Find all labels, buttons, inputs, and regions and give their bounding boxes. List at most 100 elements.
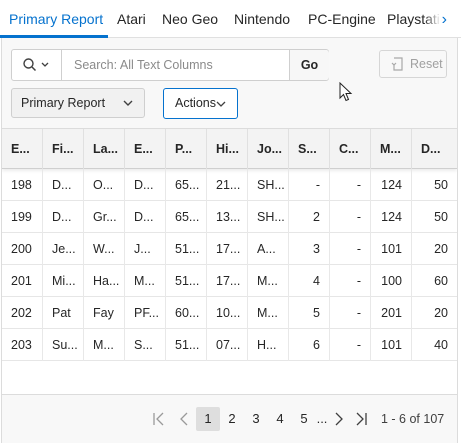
tab-atari[interactable]: Atari (117, 0, 146, 38)
search-icon (23, 58, 49, 72)
search-input[interactable]: Search: All Text Columns (62, 50, 289, 80)
tab-scroll-next-button[interactable]: › (424, 0, 461, 37)
table-cell: D... (43, 169, 84, 201)
column-header[interactable]: Jo... (248, 129, 289, 169)
report-region: Search: All Text Columns Go Reset Primar… (1, 38, 458, 443)
table-cell: 17... (207, 265, 248, 297)
tab-pc-engine[interactable]: PC-Engine (308, 0, 376, 38)
column-header[interactable]: Hi... (207, 129, 248, 169)
table-cell: 124 (371, 201, 412, 233)
table-cell: M... (125, 265, 166, 297)
column-header[interactable]: La... (84, 129, 125, 169)
table-cell: 50 (434, 178, 448, 192)
table-cell: 65... (166, 201, 207, 233)
report-tab-bar: Primary Report Atari Neo Geo Nintendo PC… (0, 0, 461, 38)
table-cell: M... (84, 329, 125, 361)
last-page-icon[interactable] (354, 407, 368, 431)
table-cell: M... (248, 297, 289, 329)
table-cell: 6 (289, 329, 330, 361)
table-cell: 60 (434, 274, 448, 288)
table-cell: S... (125, 329, 166, 361)
table-cell: - (330, 169, 371, 201)
tab-neo-geo[interactable]: Neo Geo (162, 0, 218, 38)
table-cell: 51... (166, 233, 207, 265)
table-cell: SH... (248, 201, 289, 233)
table-cell: 101 (371, 233, 412, 265)
table-cell: 17... (207, 233, 248, 265)
table-cell: M... (248, 265, 289, 297)
table-row: 198 D... O... D... 65... 21... SH... - -124 50 (2, 169, 457, 201)
pagination-bar: 1 2 3 4 5 ... 1 - 6 of 107 (2, 394, 457, 443)
go-button[interactable]: Go (289, 50, 329, 80)
page-button[interactable]: 4 (271, 407, 289, 431)
table-cell: 124 (371, 169, 412, 201)
actions-menu-button[interactable]: Actions (163, 88, 238, 119)
table-cell: SH... (248, 169, 289, 201)
table-cell: Ha... (84, 265, 125, 297)
table-cell: 198 (2, 169, 43, 201)
page-button[interactable]: 3 (247, 407, 265, 431)
table-cell: - (289, 169, 330, 201)
table-cell: A... (248, 233, 289, 265)
table-cell: 13... (207, 201, 248, 233)
page-ellipsis: ... (316, 411, 328, 426)
table-cell: 40 (434, 338, 448, 352)
actions-label: Actions (175, 96, 216, 110)
table-cell: 10... (207, 297, 248, 329)
saved-report-value: Primary Report (21, 96, 106, 110)
table-cell: 2 (289, 201, 330, 233)
table-cell: - (330, 297, 371, 329)
page-button[interactable]: 5 (295, 407, 313, 431)
chevron-down-icon (216, 101, 226, 107)
column-header[interactable]: E... (2, 129, 43, 169)
table-cell: 201 (371, 297, 412, 329)
table-cell: J... (125, 233, 166, 265)
table-row: 199 D... Gr... D... 65... 13... SH... 2-124 50 (2, 201, 457, 233)
pagination-range: 1 - 6 of 107 (381, 412, 445, 426)
table-cell: Pat (43, 297, 84, 329)
table-cell: 20 (434, 306, 448, 320)
reset-button[interactable]: Reset (379, 50, 447, 78)
tab-nintendo[interactable]: Nintendo (234, 0, 290, 38)
tab-primary-report[interactable]: Primary Report (9, 0, 103, 38)
table-cell: D... (125, 169, 166, 201)
column-header[interactable]: P... (166, 129, 207, 169)
next-page-icon[interactable] (333, 407, 345, 431)
page-button-current[interactable]: 1 (196, 407, 220, 431)
table-cell: 199 (2, 201, 43, 233)
table-cell: Fay (84, 297, 125, 329)
previous-page-icon[interactable] (178, 407, 190, 431)
grid-header: E... Fi... La... E... P... Hi... Jo... S… (2, 129, 457, 169)
chevron-down-icon (123, 100, 133, 106)
table-cell: - (330, 265, 371, 297)
table-row: 203 Su... M... S... 51... 07... H... 6-101 40 (2, 329, 457, 361)
search-bar: Search: All Text Columns Go (11, 49, 329, 81)
reset-icon (391, 57, 403, 71)
saved-report-select[interactable]: Primary Report (11, 88, 145, 118)
table-cell: 100 (371, 265, 412, 297)
table-cell: 101 (371, 329, 412, 361)
table-cell: 51... (166, 265, 207, 297)
column-header[interactable]: Fi... (43, 129, 84, 169)
column-header[interactable]: D... (412, 129, 457, 169)
page-button[interactable]: 2 (223, 407, 241, 431)
table-cell: 201 (2, 265, 43, 297)
table-cell: PF... (125, 297, 166, 329)
table-cell: 20 (434, 242, 448, 256)
table-cell: 4 (289, 265, 330, 297)
table-cell: Gr... (84, 201, 125, 233)
table-cell: Su... (43, 329, 84, 361)
column-header[interactable]: E... (125, 129, 166, 169)
reset-label: Reset (410, 57, 443, 71)
table-cell: 21... (207, 169, 248, 201)
column-header[interactable]: S... (289, 129, 330, 169)
table-cell: Je... (43, 233, 84, 265)
first-page-icon[interactable] (152, 407, 166, 431)
table-cell: D... (43, 201, 84, 233)
column-header[interactable]: C... (330, 129, 371, 169)
column-header[interactable]: M... (371, 129, 412, 169)
search-column-menu-button[interactable] (12, 50, 62, 80)
table-cell: 200 (2, 233, 43, 265)
mouse-pointer-icon (339, 82, 353, 102)
table-cell: W... (84, 233, 125, 265)
